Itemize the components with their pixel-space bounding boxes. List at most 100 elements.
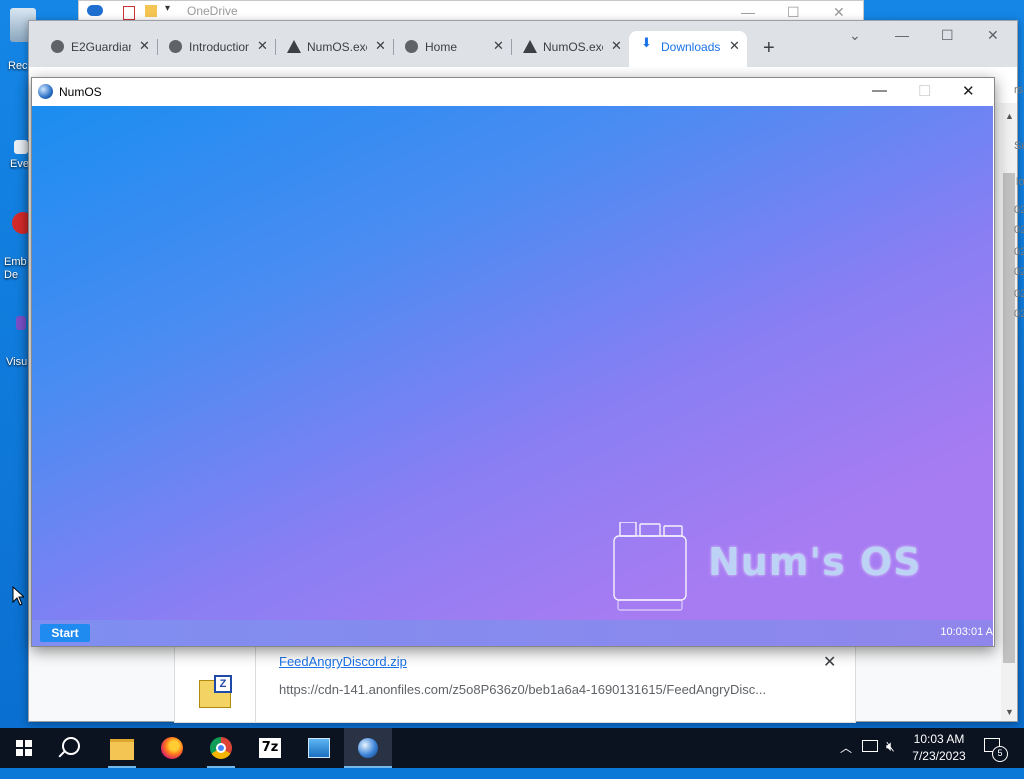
window-title: NumOS [59, 85, 102, 99]
chevron-down-icon[interactable]: ▾ [165, 3, 170, 14]
numos-start-button[interactable]: Start [40, 624, 90, 642]
tab-close-icon[interactable]: ✕ [729, 38, 740, 54]
numos-taskbar: Start 10:03:01 A [32, 620, 993, 646]
maximize-icon: ☐ [918, 83, 932, 100]
minimize-icon[interactable]: — [895, 27, 909, 43]
close-icon[interactable]: ✕ [987, 27, 999, 44]
folder-icon [110, 739, 134, 760]
chrome-icon [210, 737, 232, 759]
anonfiles-icon [523, 40, 537, 53]
minimize-icon[interactable]: — [741, 4, 755, 20]
edge-text: 02 [1014, 246, 1024, 258]
explorer-title: OneDrive [187, 4, 238, 18]
tab-numos-exe-2[interactable]: NumOS.exe ✕ [511, 33, 629, 61]
edge-text: 02 [1014, 308, 1024, 320]
7zip-icon: 7z [259, 738, 281, 758]
numos-window[interactable]: NumOS — ☐ ✕ Num's OS Start 10:03:01 A [31, 77, 995, 647]
shortcut-icon [14, 140, 28, 154]
zip-file-icon [199, 675, 232, 708]
edge-text: 02 [1014, 288, 1024, 300]
tab-home[interactable]: Home ✕ [393, 33, 512, 61]
notification-count-badge: 5 [992, 746, 1008, 762]
tab-e2guardian[interactable]: E2Guardian ✕ [39, 33, 158, 61]
scroll-up-icon[interactable]: ▲ [1005, 111, 1014, 121]
tab-close-icon[interactable]: ✕ [139, 38, 150, 54]
edge-text: rs [1014, 84, 1024, 96]
volume-muted-icon[interactable]: 🔇︎ [886, 738, 895, 778]
taskbar-clock[interactable]: 10:03 AM 7/23/2023 [904, 731, 974, 765]
maximize-icon[interactable]: ☐ [787, 4, 800, 21]
anonfiles-icon [287, 40, 301, 53]
taskbar-firefox[interactable] [148, 728, 196, 768]
tab-close-icon[interactable]: ✕ [493, 38, 504, 54]
tab-title: Downloads [661, 40, 721, 54]
numos-titlebar[interactable]: NumOS — ☐ ✕ [32, 78, 994, 106]
taskbar-numos[interactable] [344, 728, 392, 768]
clock-time: 10:03 AM [913, 732, 965, 746]
clock-date: 7/23/2023 [912, 749, 966, 763]
photos-icon [308, 738, 330, 758]
close-icon[interactable]: ✕ [833, 4, 845, 21]
visual-studio-icon [16, 316, 26, 330]
tab-title: Introduction [189, 40, 249, 54]
numos-logo-icon [613, 522, 687, 611]
tab-search-chevron-icon[interactable]: ⌄ [849, 27, 861, 44]
tab-title: NumOS.exe [543, 40, 603, 54]
desktop-icon-label: Rec [8, 60, 28, 72]
numos-app-icon [358, 738, 378, 758]
maximize-icon[interactable]: ☐ [941, 27, 954, 44]
onedrive-icon [87, 5, 103, 16]
numos-logo-text: Num's OS [708, 540, 922, 584]
download-filename-link[interactable]: FeedAngryDiscord.zip [279, 654, 407, 669]
taskbar-photos[interactable] [295, 728, 343, 768]
folder-icon [145, 5, 157, 17]
download-icon: ⬇ [641, 35, 652, 50]
download-url: https://cdn-141.anonfiles.com/z5o8P636z0… [279, 682, 767, 697]
close-icon[interactable]: ✕ [962, 82, 975, 100]
globe-icon [169, 40, 182, 53]
tab-strip: E2Guardian ✕ Introduction ✕ NumOS.exe ✕ … [29, 21, 1017, 67]
desktop-icon-label: Visu [6, 356, 28, 368]
mouse-cursor-icon [12, 586, 24, 606]
search-icon [62, 737, 80, 755]
show-hidden-icons-chevron-icon[interactable]: ︿ [840, 739, 852, 779]
firefox-icon [161, 737, 183, 759]
numos-clock: 10:03:01 A [940, 626, 993, 638]
edge-text: Se [1014, 140, 1024, 152]
tab-introduction[interactable]: Introduction ✕ [157, 33, 276, 61]
start-button[interactable] [0, 728, 48, 768]
taskbar-chrome[interactable] [197, 728, 245, 768]
desktop-icon-label: Eve [10, 158, 29, 170]
tab-title: E2Guardian [71, 40, 131, 54]
windows-taskbar: 7z ︿ 🔇︎ 10:03 AM 7/23/2023 5 [0, 728, 1024, 768]
network-icon[interactable] [862, 740, 878, 752]
taskbar-7zip[interactable]: 7z [246, 728, 294, 768]
tab-close-icon[interactable]: ✕ [611, 38, 622, 54]
minimize-icon[interactable]: — [872, 82, 887, 99]
tab-numos-exe[interactable]: NumOS.exe ✕ [275, 33, 394, 61]
edge-text: 02 [1014, 266, 1024, 278]
divider [255, 646, 256, 722]
tab-downloads[interactable]: ⬇ Downloads ✕ [629, 31, 747, 67]
desktop-icon-label: Emb De [4, 256, 27, 281]
tab-close-icon[interactable]: ✕ [375, 38, 386, 54]
remove-download-icon[interactable]: ✕ [823, 652, 836, 672]
tab-title: NumOS.exe [307, 40, 367, 54]
edge-text: 02 [1014, 204, 1024, 216]
new-tab-icon[interactable]: + [763, 37, 775, 60]
numos-desktop[interactable]: Num's OS Start 10:03:01 A [32, 106, 993, 646]
globe-icon [405, 40, 418, 53]
scroll-down-icon[interactable]: ▼ [1005, 707, 1014, 717]
edge-text: 02 [1014, 224, 1024, 236]
globe-icon [51, 40, 64, 53]
tab-close-icon[interactable]: ✕ [257, 38, 268, 54]
edge-text: lo [1016, 176, 1024, 188]
tab-title: Home [425, 40, 458, 54]
download-item: FeedAngryDiscord.zip https://cdn-141.ano… [174, 645, 856, 723]
properties-icon [123, 6, 135, 20]
numos-app-icon [38, 84, 53, 99]
windows-logo-icon [16, 740, 32, 756]
taskbar-file-explorer[interactable] [98, 728, 146, 768]
scrollbar[interactable]: ▲ ▼ [1001, 103, 1017, 721]
search-button[interactable] [48, 728, 96, 768]
